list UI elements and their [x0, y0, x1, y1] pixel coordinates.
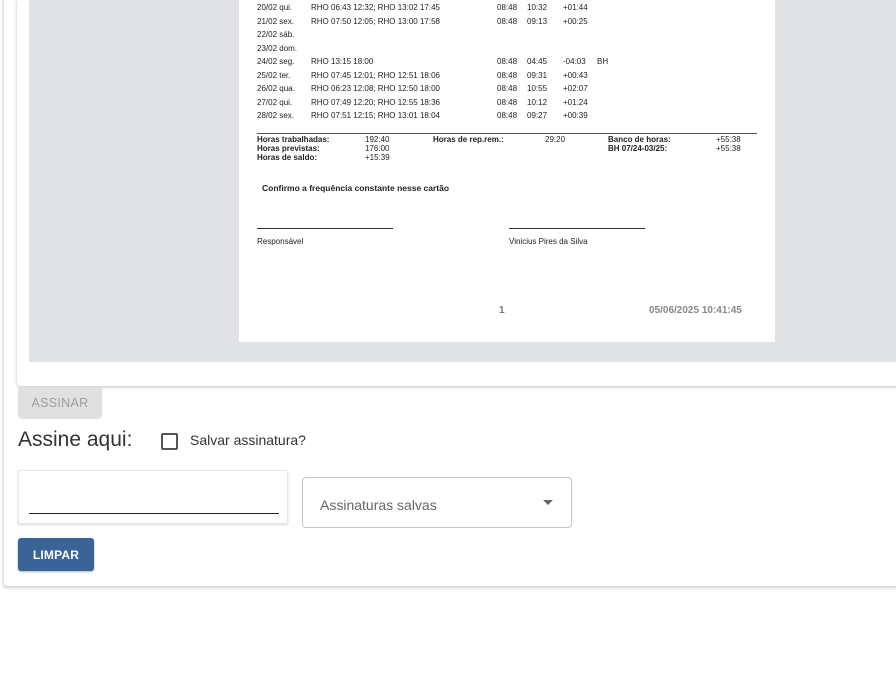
expected-hours-value: 176:00 [365, 144, 390, 153]
row-worked: 10:12 [527, 97, 548, 107]
printed-timestamp: 05/06/2025 10:41:45 [649, 305, 742, 316]
row-expected: 08:48 [497, 84, 518, 93]
pdf-viewer[interactable]: 20/02 qui. RHO 06:43 12:32; RHO 13:02 17:… [29, 0, 896, 362]
row-expected: 08:48 [497, 3, 518, 12]
bh-period-label: BH 07/24-03/25: [608, 144, 668, 153]
row-expected: 08:48 [497, 111, 518, 120]
row-marks: RHO 07:50 12:05; RHO 13:00 17:58 [311, 16, 440, 26]
row-marks: RHO 07:49 12:20; RHO 12:55 18:36 [311, 97, 440, 107]
sign-here-title: Assine aqui: [18, 428, 133, 451]
bh-period-value: +55:38 [716, 144, 741, 153]
row-difference: +00:43 [563, 70, 588, 80]
row-date: 21/02 sex. [257, 16, 294, 26]
row-note: BH [597, 57, 609, 66]
row-date: 26/02 qua. [257, 84, 295, 93]
row-marks: RHO 07:45 12:01; RHO 12:51 18:06 [311, 70, 440, 80]
signature-baseline [29, 513, 279, 514]
expected-hours-label: Horas previstas: [257, 144, 320, 153]
signer-employee: Vinicius Pires da Silva [509, 237, 588, 246]
row-expected: 08:48 [497, 16, 518, 26]
row-date: 22/02 sáb. [257, 30, 295, 39]
row-marks: RHO 06:23 12:08; RHO 12:50 18:00 [311, 84, 440, 93]
row-marks: RHO 13:15 18:00 [311, 57, 374, 66]
row-difference: +00:25 [563, 16, 588, 26]
signature-pad[interactable] [18, 470, 288, 524]
rest-hours-value: 29:20 [545, 135, 566, 144]
row-worked: 09:27 [527, 111, 548, 120]
signature-line-left [257, 228, 393, 229]
row-worked: 09:31 [527, 70, 548, 80]
row-difference: -04:03 [563, 57, 586, 66]
row-marks: RHO 07:51 12:15; RHO 13:01 18:04 [311, 111, 440, 120]
row-date: 23/02 dom. [257, 43, 298, 53]
row-worked: 04:45 [527, 57, 548, 66]
hour-bank-label: Banco de horas: [608, 135, 671, 144]
row-date: 20/02 qui. [257, 3, 293, 12]
row-date: 28/02 sex. [257, 111, 294, 120]
row-expected: 08:48 [497, 70, 518, 80]
signature-line-right [509, 228, 645, 229]
row-date: 24/02 seg. [257, 57, 295, 66]
rest-hours-label: Horas de rep.rem.: [433, 135, 504, 144]
signer-responsible: Responsável [257, 237, 304, 246]
row-expected: 08:48 [497, 97, 518, 107]
saved-signatures-select[interactable]: Assinaturas salvas [302, 477, 572, 528]
page-number: 1 [499, 305, 505, 316]
row-expected: 08:48 [497, 57, 518, 66]
row-worked: 10:55 [527, 84, 548, 93]
row-date: 27/02 qui. [257, 97, 293, 107]
row-marks: RHO 06:43 12:32; RHO 13:02 17:45 [311, 3, 440, 12]
row-worked: 09:13 [527, 16, 548, 26]
balance-hours-label: Horas de saldo: [257, 153, 318, 162]
row-date: 25/02 ter. [257, 70, 291, 80]
balance-hours-value: +15:39 [365, 153, 390, 162]
row-difference: +00:39 [563, 111, 588, 120]
summary-divider [257, 133, 757, 134]
worked-hours-value: 192:40 [365, 135, 390, 144]
row-difference: +01:44 [563, 3, 588, 12]
clear-button[interactable]: LIMPAR [18, 538, 94, 571]
hour-bank-value: +55:38 [716, 135, 741, 144]
save-signature-label[interactable]: Salvar assinatura? [190, 432, 306, 448]
chevron-down-icon [543, 500, 553, 505]
pdf-page: 20/02 qui. RHO 06:43 12:32; RHO 13:02 17:… [239, 0, 775, 342]
row-difference: +02:07 [563, 84, 588, 93]
saved-signatures-placeholder: Assinaturas salvas [320, 497, 437, 513]
row-difference: +01:24 [563, 97, 588, 107]
confirmation-text: Confirmo a frequência constante nesse ca… [262, 183, 450, 193]
row-worked: 10:32 [527, 3, 548, 12]
save-signature-checkbox[interactable] [161, 433, 178, 450]
worked-hours-label: Horas trabalhadas: [257, 135, 330, 144]
sign-button[interactable]: ASSINAR [18, 387, 102, 419]
